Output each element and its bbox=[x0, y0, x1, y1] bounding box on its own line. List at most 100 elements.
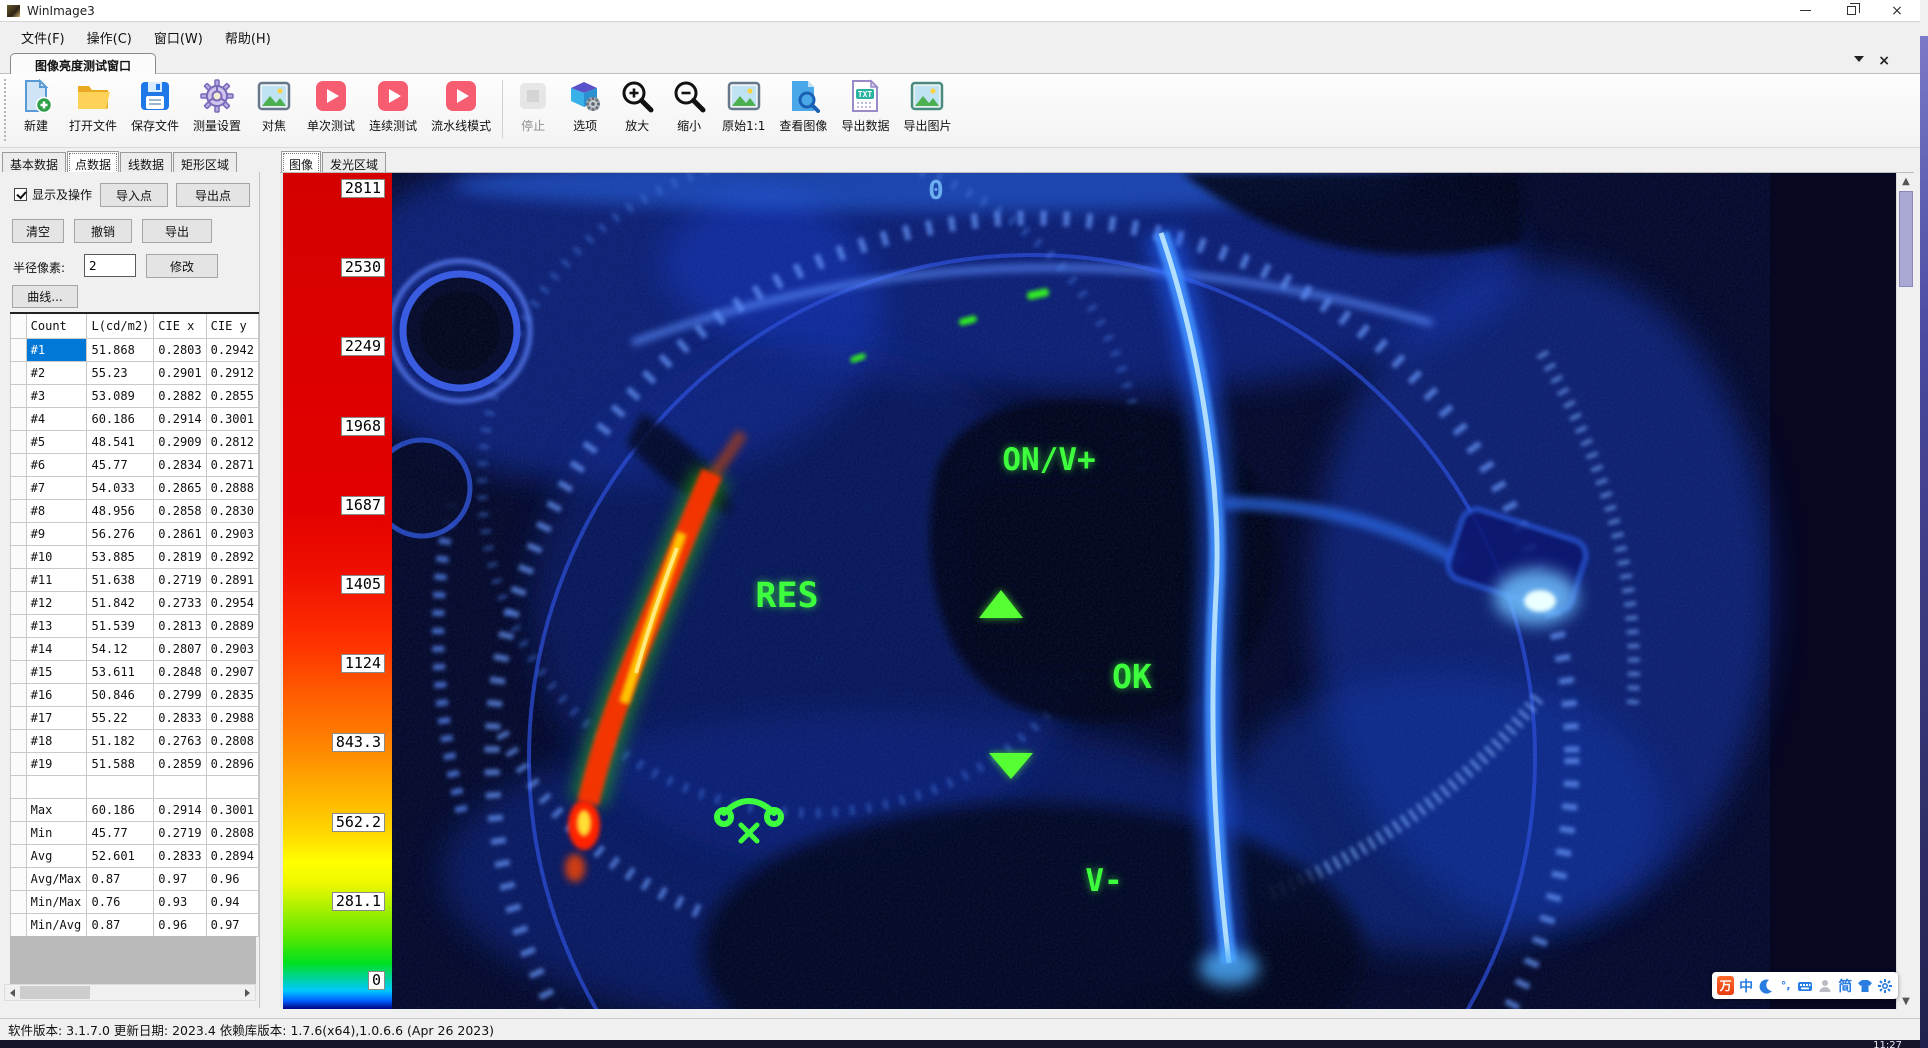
table-cell[interactable]: #12 bbox=[26, 591, 87, 614]
table-cell[interactable]: 0.2891 bbox=[206, 568, 258, 591]
table-cell[interactable]: 0.2954 bbox=[206, 591, 258, 614]
table-cell[interactable]: 0.2988 bbox=[206, 706, 258, 729]
tab-list-dropdown-icon[interactable] bbox=[1854, 56, 1864, 62]
menu-item-2[interactable]: 窗口(W) bbox=[143, 24, 214, 51]
table-cell[interactable]: 53.611 bbox=[87, 660, 154, 683]
image-vertical-scrollbar[interactable]: ▲ ▼ bbox=[1896, 173, 1914, 1009]
table-cell[interactable]: 0.2808 bbox=[206, 729, 258, 752]
clear-button[interactable]: 清空 bbox=[12, 219, 64, 243]
table-cell[interactable]: #8 bbox=[26, 499, 87, 522]
table-cell[interactable]: 0.2914 bbox=[154, 407, 206, 430]
scroll-down-arrow-icon[interactable]: ▼ bbox=[1897, 993, 1915, 1009]
table-cell[interactable]: #13 bbox=[26, 614, 87, 637]
toolbar-button-2[interactable]: 保存文件 bbox=[124, 74, 186, 136]
scroll-right-arrow-icon[interactable] bbox=[240, 985, 255, 1000]
table-cell[interactable]: 51.182 bbox=[87, 729, 154, 752]
toolbar-button-12[interactable]: 原始1:1 bbox=[715, 74, 772, 136]
table-cell[interactable]: 0.96 bbox=[206, 867, 258, 890]
gear-icon[interactable] bbox=[1877, 976, 1893, 995]
table-cell[interactable]: 50.846 bbox=[87, 683, 154, 706]
table-cell[interactable]: 45.77 bbox=[87, 821, 154, 844]
undo-button[interactable]: 撤销 bbox=[74, 219, 132, 243]
table-cell[interactable]: 0.93 bbox=[154, 890, 206, 913]
simplified-chinese-icon[interactable]: 简 bbox=[1837, 976, 1853, 995]
table-cell[interactable]: 0.2907 bbox=[206, 660, 258, 683]
document-tab[interactable]: 图像亮度测试窗口 bbox=[10, 53, 156, 74]
table-cell[interactable]: 0.3001 bbox=[206, 798, 258, 821]
table-cell[interactable]: Min bbox=[26, 821, 87, 844]
table-cell[interactable]: 0.2813 bbox=[154, 614, 206, 637]
import-points-button[interactable]: 导入点 bbox=[100, 183, 168, 207]
table-cell[interactable]: 0.2819 bbox=[154, 545, 206, 568]
table-cell[interactable]: 0.2903 bbox=[206, 637, 258, 660]
table-cell[interactable]: 0.2889 bbox=[206, 614, 258, 637]
table-cell[interactable] bbox=[87, 775, 154, 798]
table-cell[interactable]: Min/Max bbox=[26, 890, 87, 913]
keyboard-icon[interactable] bbox=[1797, 976, 1813, 995]
table-cell[interactable]: 0.2861 bbox=[154, 522, 206, 545]
table-cell[interactable]: 0.96 bbox=[154, 913, 206, 936]
table-cell[interactable] bbox=[26, 775, 87, 798]
table-cell[interactable]: 0.2834 bbox=[154, 453, 206, 476]
table-cell[interactable]: 0.2799 bbox=[154, 683, 206, 706]
toolbar-button-6[interactable]: 连续测试 bbox=[362, 74, 424, 136]
thermal-image-area[interactable]: ON/V+ ON/V+ RES RES OK OK V- V- 0 bbox=[392, 173, 1896, 1009]
table-cell[interactable]: #5 bbox=[26, 430, 87, 453]
table-cell[interactable]: 0.2830 bbox=[206, 499, 258, 522]
table-cell[interactable]: 60.186 bbox=[87, 798, 154, 821]
table-cell[interactable]: #2 bbox=[26, 361, 87, 384]
table-cell[interactable]: #9 bbox=[26, 522, 87, 545]
table-cell[interactable]: 0.94 bbox=[206, 890, 258, 913]
toolbar-button-11[interactable]: 缩小 bbox=[663, 74, 715, 136]
table-cell[interactable]: #7 bbox=[26, 476, 87, 499]
table-cell[interactable]: 48.541 bbox=[87, 430, 154, 453]
table-cell[interactable]: 0.2835 bbox=[206, 683, 258, 706]
toolbar-button-15[interactable]: 导出图片 bbox=[896, 74, 958, 136]
table-cell[interactable]: 0.2833 bbox=[154, 844, 206, 867]
table-cell[interactable]: 0.3001 bbox=[206, 407, 258, 430]
table-cell[interactable]: Max bbox=[26, 798, 87, 821]
toolbar-grip[interactable] bbox=[4, 79, 7, 141]
scroll-left-arrow-icon[interactable] bbox=[5, 985, 20, 1000]
toolbar-button-10[interactable]: 放大 bbox=[611, 74, 663, 136]
ime-logo-icon[interactable]: 万 bbox=[1717, 976, 1734, 995]
table-cell[interactable]: 0.2803 bbox=[154, 338, 206, 361]
windows-taskbar[interactable]: 11:27 bbox=[0, 1040, 1928, 1048]
table-cell[interactable]: 45.77 bbox=[87, 453, 154, 476]
table-cell[interactable]: #14 bbox=[26, 637, 87, 660]
toolbar-button-14[interactable]: TXT导出数据 bbox=[834, 74, 896, 136]
table-cell[interactable]: Min/Avg bbox=[26, 913, 87, 936]
table-cell[interactable]: 0.2733 bbox=[154, 591, 206, 614]
table-cell[interactable]: 53.885 bbox=[87, 545, 154, 568]
table-cell[interactable]: 0.2763 bbox=[154, 729, 206, 752]
tab-close-icon[interactable]: × bbox=[1878, 53, 1890, 69]
table-cell[interactable]: 0.2865 bbox=[154, 476, 206, 499]
table-cell[interactable]: 0.2859 bbox=[154, 752, 206, 775]
moon-icon[interactable] bbox=[1758, 976, 1774, 995]
table-cell[interactable]: 0.2896 bbox=[206, 752, 258, 775]
close-button[interactable]: × bbox=[1874, 0, 1920, 22]
table-cell[interactable]: Avg/Max bbox=[26, 867, 87, 890]
table-cell[interactable]: 51.539 bbox=[87, 614, 154, 637]
horizontal-scroll-thumb[interactable] bbox=[20, 986, 90, 999]
table-cell[interactable]: 0.2858 bbox=[154, 499, 206, 522]
curve-button[interactable]: 曲线... bbox=[12, 285, 78, 308]
toolbar-button-7[interactable]: 流水线模式 bbox=[424, 74, 498, 136]
modify-button[interactable]: 修改 bbox=[146, 254, 218, 278]
user-icon[interactable] bbox=[1817, 976, 1833, 995]
punctuation-icon[interactable]: °, bbox=[1778, 976, 1794, 995]
export-points-button[interactable]: 导出点 bbox=[176, 183, 250, 207]
table-cell[interactable]: #17 bbox=[26, 706, 87, 729]
scroll-up-arrow-icon[interactable]: ▲ bbox=[1897, 173, 1915, 189]
table-cell[interactable]: 0.2719 bbox=[154, 568, 206, 591]
table-cell[interactable]: 0.87 bbox=[87, 913, 154, 936]
table-cell[interactable]: 51.588 bbox=[87, 752, 154, 775]
table-cell[interactable]: #19 bbox=[26, 752, 87, 775]
table-cell[interactable]: #10 bbox=[26, 545, 87, 568]
table-cell[interactable]: 0.2807 bbox=[154, 637, 206, 660]
display-operate-checkbox[interactable] bbox=[14, 188, 27, 201]
table-cell[interactable] bbox=[206, 775, 258, 798]
table-cell[interactable]: 60.186 bbox=[87, 407, 154, 430]
table-cell[interactable]: 0.2888 bbox=[206, 476, 258, 499]
table-cell[interactable]: 0.2912 bbox=[206, 361, 258, 384]
